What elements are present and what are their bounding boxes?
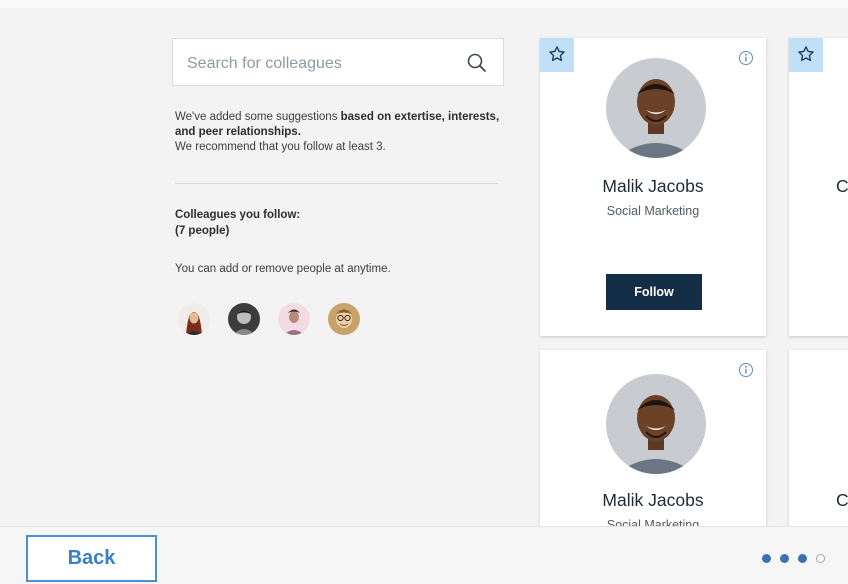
follow-button[interactable]: Follow (606, 274, 702, 310)
colleague-name: Malik Jacobs (602, 490, 704, 510)
info-icon[interactable] (738, 362, 754, 378)
colleague-name: Malik Jacobs (602, 176, 704, 196)
pagination-dot[interactable] (762, 554, 771, 563)
profile-photo (606, 58, 706, 158)
back-button[interactable]: Back (26, 535, 157, 582)
top-edge (0, 0, 848, 8)
colleague-card-partial[interactable]: C (789, 38, 848, 336)
pagination-dot[interactable] (798, 554, 807, 563)
following-title: Colleagues you follow: (175, 209, 301, 221)
colleague-card[interactable]: Malik Jacobs Social Marketing (540, 350, 766, 550)
intro-tail: We recommend that you follow at least 3. (175, 141, 386, 153)
intro-lead: We've added some suggestions (175, 111, 341, 123)
suggestions-intro: We've added some suggestions based on ex… (175, 110, 505, 155)
avatar-grey-portrait[interactable] (228, 303, 260, 335)
star-icon (798, 46, 814, 62)
follow-note: You can add or remove people at anytime. (175, 263, 391, 275)
colleague-role: Social Marketing (606, 204, 700, 218)
colleague-card[interactable]: Malik Jacobs Social Marketing Follow (540, 38, 766, 336)
avatar-man-glasses[interactable] (328, 303, 360, 335)
favorite-toggle[interactable] (789, 38, 823, 72)
pagination-dot[interactable] (780, 554, 789, 563)
search-box[interactable] (172, 38, 504, 86)
colleagues-following-title: Colleagues you follow: (7 people) (175, 207, 475, 239)
colleague-name-partial: C (836, 176, 848, 196)
divider (175, 183, 498, 184)
star-icon (549, 46, 565, 62)
colleague-card-partial[interactable]: C (789, 350, 848, 550)
colleague-name-partial: C (836, 490, 848, 510)
info-icon[interactable] (738, 50, 754, 66)
following-count: (7 people) (175, 225, 230, 237)
footer-bar: Back (0, 526, 848, 584)
search-icon[interactable] (465, 51, 489, 75)
avatar-woman-red-hair[interactable] (178, 303, 210, 335)
search-input[interactable] (185, 51, 459, 77)
pagination-dot[interactable] (816, 554, 825, 563)
favorite-toggle[interactable] (540, 38, 574, 72)
profile-photo (606, 374, 706, 474)
avatar-man-pink[interactable] (278, 303, 310, 335)
